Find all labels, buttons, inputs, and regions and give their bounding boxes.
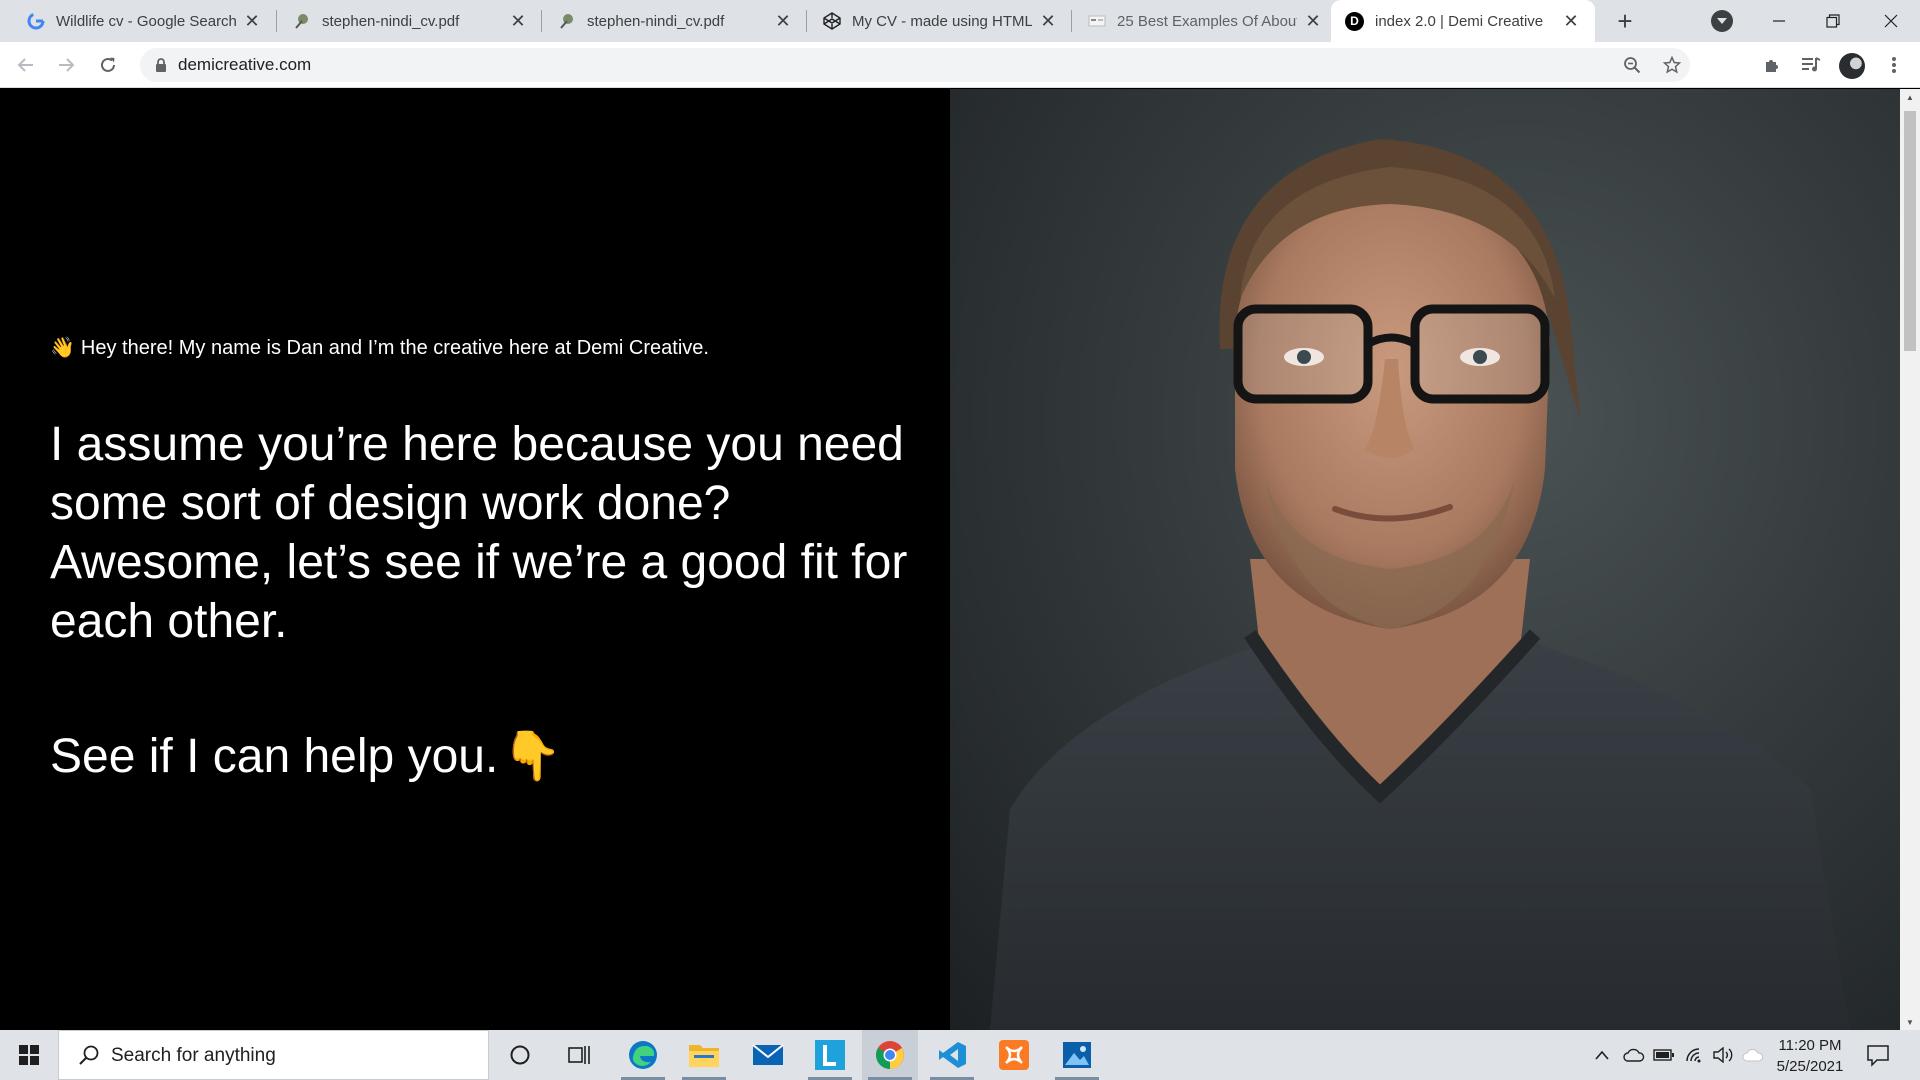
taskbar-file-explorer[interactable] xyxy=(676,1030,732,1080)
browser-tab-strip: Wildlife cv - Google Search ✕ stephen-ni… xyxy=(0,0,1920,42)
search-icon xyxy=(79,1045,99,1065)
tab-divider xyxy=(541,10,542,32)
taskbar-search-box[interactable]: Search for anything xyxy=(58,1030,489,1080)
taskbar-edge[interactable] xyxy=(615,1030,671,1080)
url-text[interactable]: demicreative.com xyxy=(178,55,311,75)
minimize-button[interactable] xyxy=(1756,0,1802,42)
volume-icon[interactable] xyxy=(1712,1044,1734,1066)
folder-icon xyxy=(689,1045,719,1067)
tab-divider xyxy=(1071,10,1072,32)
edge-icon xyxy=(629,1041,657,1069)
intro-section: 👋 Hey there! My name is Dan and I’m the c… xyxy=(0,89,950,1030)
taskbar-l-app[interactable] xyxy=(802,1030,858,1080)
portrait-photo xyxy=(950,89,1900,1030)
photos-icon xyxy=(1063,1042,1091,1068)
greeting-label: Hey there! My name is Dan and I’m the cr… xyxy=(80,337,709,359)
cta-label: See if I can help you. xyxy=(50,730,499,783)
close-icon[interactable]: ✕ xyxy=(1303,11,1323,31)
close-icon[interactable]: ✕ xyxy=(242,11,262,31)
system-clock[interactable]: 11:20 PM 5/25/2021 xyxy=(1760,1035,1860,1077)
tab-demi-creative[interactable]: D index 2.0 | Demi Creative ✕ xyxy=(1331,0,1595,42)
extensions-icon[interactable] xyxy=(1758,51,1786,79)
battery-icon[interactable] xyxy=(1653,1044,1675,1066)
taskbar-chrome[interactable] xyxy=(862,1030,918,1080)
headline: I assume you’re here because you need so… xyxy=(50,418,908,648)
tab-search-icon[interactable] xyxy=(1711,10,1733,32)
tab-wildlife-cv[interactable]: Wildlife cv - Google Search ✕ xyxy=(12,0,276,42)
close-icon[interactable]: ✕ xyxy=(508,11,528,31)
cta-text: See if I can help you.👇 xyxy=(50,727,562,786)
clock-date: 5/25/2021 xyxy=(1776,1058,1844,1075)
search-placeholder: Search for anything xyxy=(111,1045,276,1066)
cortana-icon xyxy=(510,1045,530,1065)
scroll-thumb[interactable] xyxy=(1904,111,1916,351)
start-button[interactable] xyxy=(0,1030,58,1080)
reload-button[interactable] xyxy=(92,49,124,81)
close-icon[interactable]: ✕ xyxy=(1561,11,1581,31)
task-view-button[interactable] xyxy=(552,1030,608,1080)
tab-cv-pdf-1[interactable]: stephen-nindi_cv.pdf ✕ xyxy=(278,0,542,42)
vscode-icon xyxy=(939,1042,966,1068)
new-tab-button[interactable]: + xyxy=(1610,6,1640,36)
windows-logo-icon xyxy=(19,1045,39,1065)
tab-title: index 2.0 | Demi Creative xyxy=(1375,12,1544,30)
tab-my-cv[interactable]: My CV - made using HTML ✕ xyxy=(808,0,1072,42)
pdf-icon xyxy=(292,12,311,31)
waving-hand-icon: 👋 xyxy=(50,337,75,359)
page-scrollbar[interactable]: ▲ ▼ xyxy=(1900,89,1920,1030)
demi-icon: D xyxy=(1345,11,1364,31)
scroll-down-arrow-icon[interactable]: ▼ xyxy=(1900,1014,1920,1030)
lock-icon[interactable] xyxy=(154,57,168,73)
clock-time: 11:20 PM xyxy=(1778,1037,1842,1054)
address-bar[interactable]: demicreative.com xyxy=(140,48,1690,82)
tab-divider xyxy=(806,10,807,32)
taskbar-vscode[interactable] xyxy=(924,1030,980,1080)
close-icon[interactable]: ✕ xyxy=(1038,11,1058,31)
site-icon xyxy=(1087,12,1106,31)
pdf-icon xyxy=(557,12,576,31)
scroll-up-arrow-icon[interactable]: ▲ xyxy=(1900,89,1920,105)
menu-kebab-icon[interactable] xyxy=(1880,51,1908,79)
tab-title: 25 Best Examples Of About xyxy=(1117,12,1297,30)
cortana-button[interactable] xyxy=(492,1030,548,1080)
back-button[interactable] xyxy=(10,49,42,81)
taskbar-photos[interactable] xyxy=(1049,1030,1105,1080)
google-icon xyxy=(26,12,45,31)
task-view-icon xyxy=(568,1046,590,1064)
tab-title: My CV - made using HTML xyxy=(852,12,1032,30)
tab-title: stephen-nindi_cv.pdf xyxy=(322,12,460,30)
xampp-icon xyxy=(999,1040,1029,1070)
zoom-icon[interactable] xyxy=(1620,53,1644,77)
restore-button[interactable] xyxy=(1810,0,1856,42)
chevron-up-icon[interactable] xyxy=(1591,1044,1613,1066)
tab-title: stephen-nindi_cv.pdf xyxy=(587,12,725,30)
onedrive-icon[interactable] xyxy=(1623,1044,1645,1066)
profile-avatar[interactable] xyxy=(1839,53,1865,79)
notification-center-icon[interactable] xyxy=(1865,1042,1891,1068)
bookmark-star-icon[interactable] xyxy=(1660,53,1684,77)
tab-cv-pdf-2[interactable]: stephen-nindi_cv.pdf ✕ xyxy=(543,0,807,42)
tab-about-examples[interactable]: 25 Best Examples Of About ✕ xyxy=(1073,0,1337,42)
codepen-icon xyxy=(822,12,841,31)
webpage: 👋 Hey there! My name is Dan and I’m the c… xyxy=(0,89,1900,1030)
tab-title: Wildlife cv - Google Search xyxy=(56,12,236,30)
portrait-illustration xyxy=(990,139,1850,1030)
close-icon[interactable]: ✕ xyxy=(773,11,793,31)
mail-icon xyxy=(752,1044,784,1065)
greeting-text: 👋 Hey there! My name is Dan and I’m the c… xyxy=(50,335,709,360)
wifi-icon[interactable] xyxy=(1684,1044,1706,1066)
forward-button[interactable] xyxy=(50,49,82,81)
close-window-button[interactable] xyxy=(1868,0,1914,42)
tab-divider xyxy=(276,10,277,32)
browser-toolbar: demicreative.com xyxy=(0,42,1920,88)
taskbar-mail[interactable] xyxy=(740,1030,796,1080)
taskbar-xampp[interactable] xyxy=(986,1030,1042,1080)
pointing-down-icon: 👇 xyxy=(502,730,563,783)
media-control-icon[interactable] xyxy=(1797,51,1825,79)
l-app-icon xyxy=(815,1040,845,1070)
windows-taskbar: Search for anything 11:20 PM 5/25/2021 xyxy=(0,1030,1920,1080)
chrome-icon xyxy=(876,1041,904,1069)
